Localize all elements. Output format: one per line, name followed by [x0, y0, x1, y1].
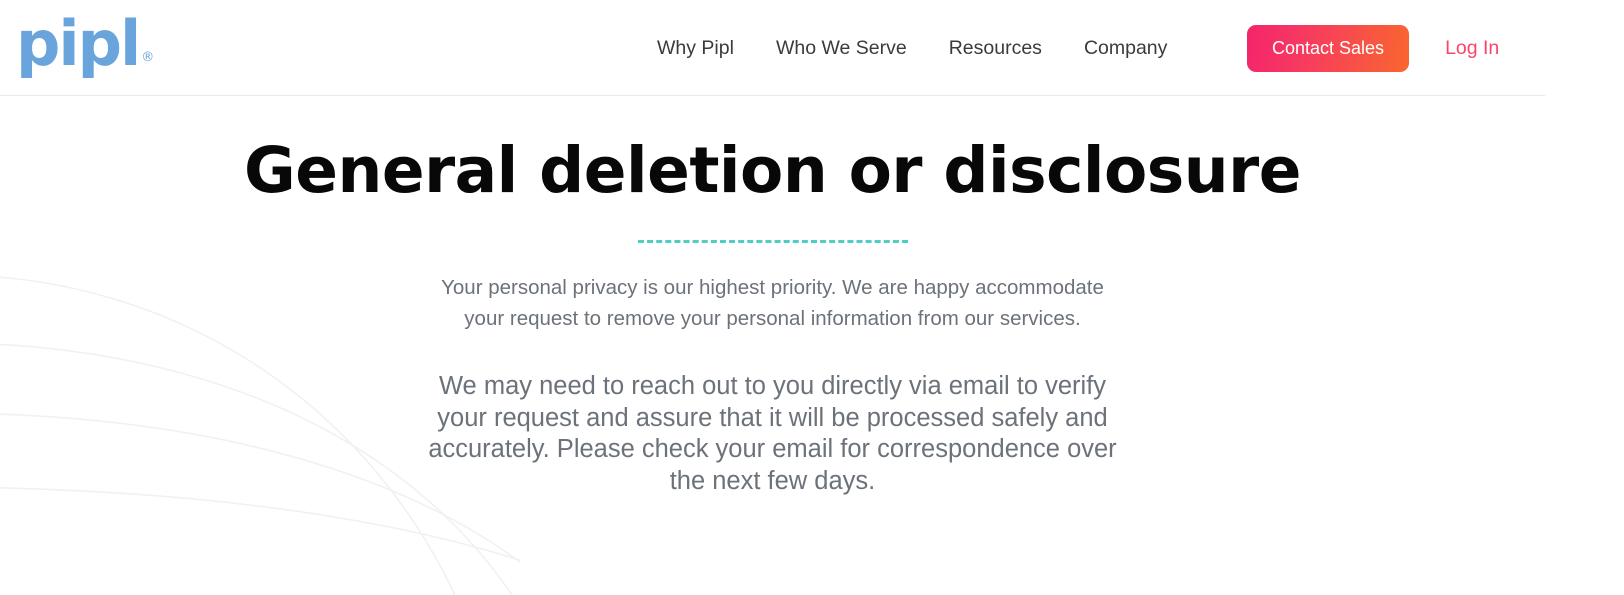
page-title: General deletion or disclosure — [244, 134, 1301, 207]
nav-item-resources[interactable]: Resources — [947, 31, 1044, 66]
lead-paragraph: Your personal privacy is our highest pri… — [441, 276, 1104, 330]
arc-4 — [0, 487, 520, 562]
pipl-logo[interactable]: pipl ® — [16, 13, 154, 75]
hero-section: General deletion or disclosure Your pers… — [0, 96, 1545, 497]
divider-container — [0, 240, 1545, 243]
nav-item-who-we-serve[interactable]: Who We Serve — [774, 31, 909, 66]
site-header: pipl ® Why Pipl Who We Serve Resources C… — [0, 0, 1545, 96]
dashed-divider — [637, 240, 908, 243]
registered-trademark-icon: ® — [141, 50, 155, 65]
header-actions: Contact Sales Log In — [1247, 0, 1499, 96]
contact-sales-button[interactable]: Contact Sales — [1247, 24, 1410, 72]
page-root: pipl ® Why Pipl Who We Serve Resources C… — [0, 0, 1624, 595]
nav-item-why-pipl[interactable]: Why Pipl — [655, 31, 736, 66]
secondary-paragraph: We may need to reach out to you directly… — [428, 372, 1117, 495]
nav-item-company[interactable]: Company — [1082, 31, 1169, 66]
pipl-logo-text: pipl — [16, 7, 141, 80]
log-in-link[interactable]: Log In — [1445, 37, 1499, 60]
main-navigation: Why Pipl Who We Serve Resources Company — [655, 0, 1169, 96]
